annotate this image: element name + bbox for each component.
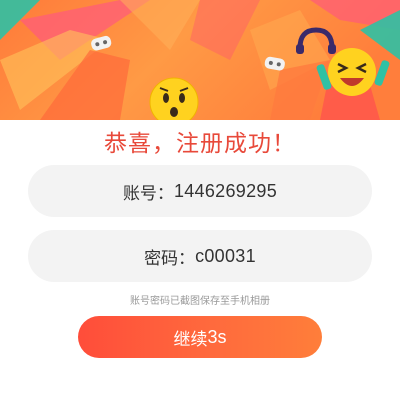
account-label: 账号： bbox=[122, 183, 174, 204]
screenshot-saved-hint: 账号密码已截图保存至手机相册 bbox=[130, 296, 270, 307]
password-field: 密码： c00031 bbox=[28, 230, 372, 282]
banner-illustration bbox=[0, 0, 400, 120]
success-title: 恭喜，注册成功！ bbox=[104, 131, 296, 157]
header-banner bbox=[0, 0, 400, 120]
password-label: 密码： bbox=[144, 248, 196, 269]
surprised-emoji-icon bbox=[149, 77, 199, 120]
registration-success-dialog: 恭喜，注册成功！ 账号： 1446269295 密码： c00031 账号密码已… bbox=[0, 0, 400, 400]
password-value: c00031 bbox=[195, 245, 256, 266]
countdown-timer: 3s bbox=[207, 326, 227, 347]
continue-button[interactable]: 继续 3s bbox=[78, 316, 322, 358]
account-value: 1446269295 bbox=[173, 180, 278, 201]
continue-button-label: 继续 bbox=[173, 329, 208, 350]
account-field: 账号： 1446269295 bbox=[28, 165, 372, 217]
